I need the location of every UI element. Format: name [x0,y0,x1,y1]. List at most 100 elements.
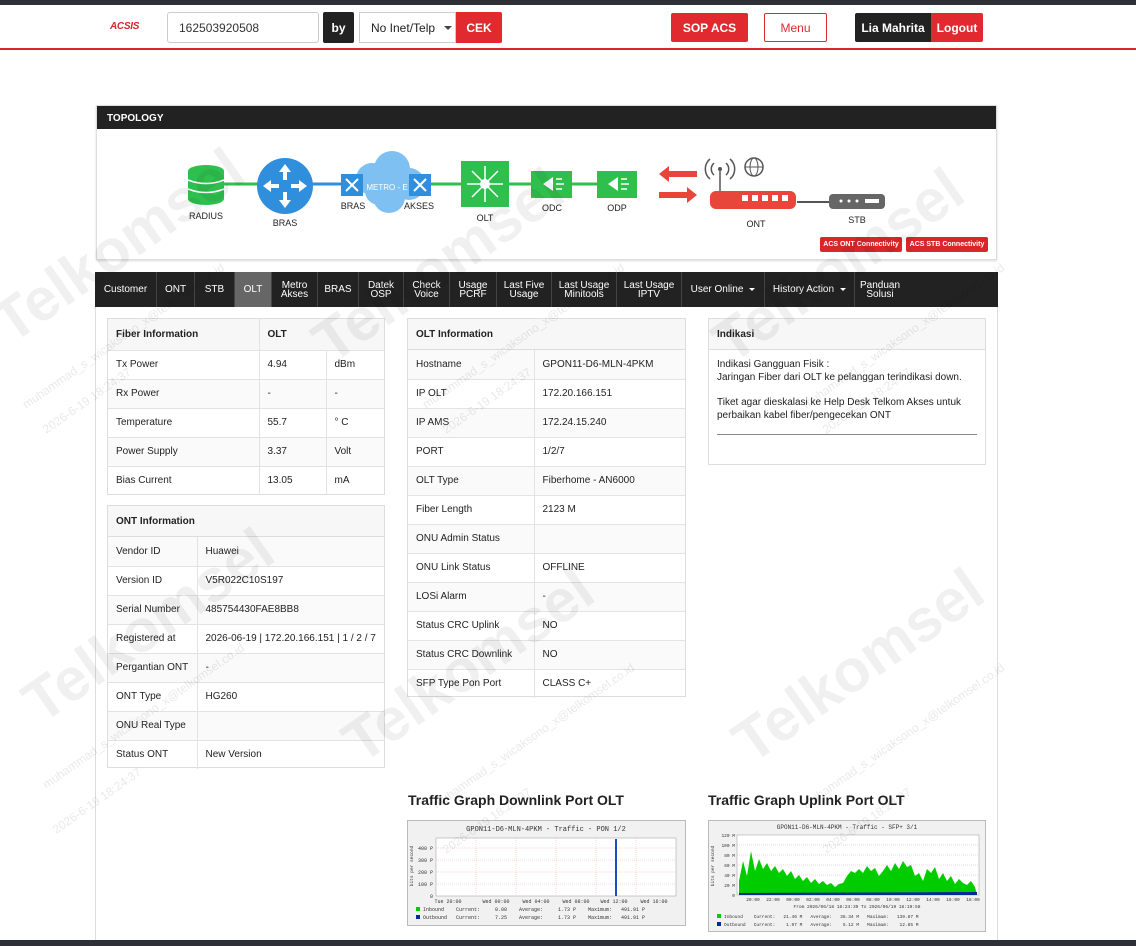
tab-stb[interactable]: STB [195,272,235,307]
logout-button[interactable]: Logout [931,13,983,42]
switch-icon[interactable] [409,174,431,196]
tab-datek-osp[interactable]: Datek OSP [359,272,404,307]
row-value: CLASS C+ [533,668,685,698]
indikasi-card: Indikasi Indikasi Gangguan Fisik : Jaring… [708,318,986,465]
row-value: NO [533,639,685,669]
exchange-arrows-icon [659,166,697,203]
switch-icon[interactable] [341,174,363,196]
sop-acs-button[interactable]: SOP ACS [671,13,748,42]
x-tick: 14:00 [926,897,940,903]
row-value: NO [533,610,685,640]
indikasi-text: Jaringan Fiber dari OLT ke pelanggan ter… [717,372,962,383]
card-title: ONT Information [108,506,384,537]
database-icon[interactable] [187,165,225,205]
x-ticks: 20:00 22:00 00:00 02:00 04:00 06:00 08:0… [746,897,980,903]
olt-icon[interactable] [461,161,509,207]
row-label: Tx Power [108,349,259,379]
menu-button[interactable]: Menu [764,13,827,42]
tab-panduan-solusi[interactable]: Panduan Solusi [855,272,905,307]
tab-ont[interactable]: ONT [157,272,195,307]
node-label-stb: STB [848,215,866,225]
caret-down-icon [840,288,847,291]
y-tick: 80 M [724,853,735,859]
row-value: - [533,581,685,611]
row-label: IP AMS [408,407,534,437]
row-label: Status CRC Uplink [408,610,534,640]
y-tick: 300 P [418,858,433,864]
row-label: Fiber Length [408,494,534,524]
search-type-select[interactable]: No Inet/Telp [359,12,456,43]
by-label: by [323,12,354,43]
row-label: Pergantian ONT [108,652,197,682]
x-tick: Tue 20:00 [434,899,461,905]
y-ticks: 120 M 100 M 80 M 60 M 40 M 20 M 0 [721,833,735,899]
tab-last-usage-iptv[interactable]: Last Usage IPTV [617,272,682,307]
tab-history-action[interactable]: History Action [765,272,855,307]
x-tick: 06:00 [846,897,860,903]
row-label: LOSi Alarm [408,581,534,611]
tab-label: ONT [164,284,187,295]
stb-device-icon[interactable] [829,194,885,209]
tab-usage-pcrf[interactable]: Usage PCRF [450,272,497,307]
legend-swatch-outbound [717,922,721,926]
node-label-bras2: BRAS [341,201,366,211]
row-value: 2123 M [533,494,685,524]
chart-caption: GPON11-D6-MLN-4PKM - Traffic - PON 1/2 [466,826,626,834]
ont-device-icon[interactable] [710,191,796,209]
splitter-icon[interactable] [597,171,637,198]
x-tick: Wed 12:00 [600,899,627,905]
x-tick: 16:00 [946,897,960,903]
cek-button[interactable]: CEK [456,12,502,43]
tab-customer[interactable]: Customer [95,272,157,307]
acs-stb-connectivity-button[interactable]: ACS STB Connectivity [906,237,988,252]
row-label: Version ID [108,565,197,595]
row-value: New Version [196,739,384,769]
tab-check-voice[interactable]: Check Voice [404,272,450,307]
uplink-traffic-graph[interactable]: GPON11-D6-MLN-4PKM - Traffic - SFP+ 3/1 … [708,820,986,932]
acs-ont-connectivity-button[interactable]: ACS ONT Connectivity [820,237,902,252]
tab-last-usage-minitools[interactable]: Last Usage Minitools [552,272,617,307]
x-tick: 20:00 [746,897,760,903]
row-value [533,523,685,553]
row-value: - [258,378,326,408]
card-title: OLT Information [408,319,685,350]
x-tick: 12:00 [906,897,920,903]
row-value: HG260 [196,681,384,711]
downlink-traffic-graph[interactable]: GPON11-D6-MLN-4PKM - Traffic - PON 1/2 4… [407,820,686,926]
row-unit: - [325,378,384,408]
app-logo[interactable]: ACSIS [110,21,139,32]
node-label-ont: ONT [747,219,767,229]
tab-label: Last Five Usage [503,279,545,300]
tab-label: OLT [243,284,263,295]
row-label: Registered at [108,623,197,653]
tab-olt[interactable]: OLT [235,272,272,307]
splitter-icon[interactable] [531,171,572,198]
row-value: GPON11-D6-MLN-4PKM [533,350,685,379]
legend-outbound: Outbound Current: 7.25 Average: 1.73 P M… [423,915,645,921]
row-label: PORT [408,436,534,466]
uplink-graph-title: Traffic Graph Uplink Port OLT [708,792,905,808]
search-input[interactable] [167,12,319,43]
caret-down-icon [749,288,756,291]
tab-user-online[interactable]: User Online [682,272,765,307]
row-value: 2026-06-19 | 172.20.166.151 | 1 / 2 / 7 [196,623,384,653]
tab-label: BRAS [324,284,352,295]
row-label: ONU Real Type [108,710,197,740]
tab-label: Datek OSP [367,279,395,300]
tab-metro-akses[interactable]: Metro Akses [272,272,318,307]
bottom-bar [0,940,1136,946]
node-label-odp: ODP [607,203,627,213]
y-axis-label: bits per second [710,845,716,886]
x-tick: Wed 04:00 [522,899,549,905]
row-unit: ° C [325,407,384,437]
tab-last-five-usage[interactable]: Last Five Usage [497,272,552,307]
row-label: Vendor ID [108,537,197,566]
legend-inbound: Inbound Current: 21.46 M Average: 38.34 … [724,914,919,920]
router-icon[interactable] [257,158,313,214]
wifi-icon [704,158,736,191]
tab-bras[interactable]: BRAS [318,272,359,307]
downlink-graph-title: Traffic Graph Downlink Port OLT [408,792,624,808]
legend-swatch-outbound [416,915,420,919]
divider [717,434,977,435]
olt-information-card: OLT Information Hostname GPON11-D6-MLN-4P… [407,318,686,698]
